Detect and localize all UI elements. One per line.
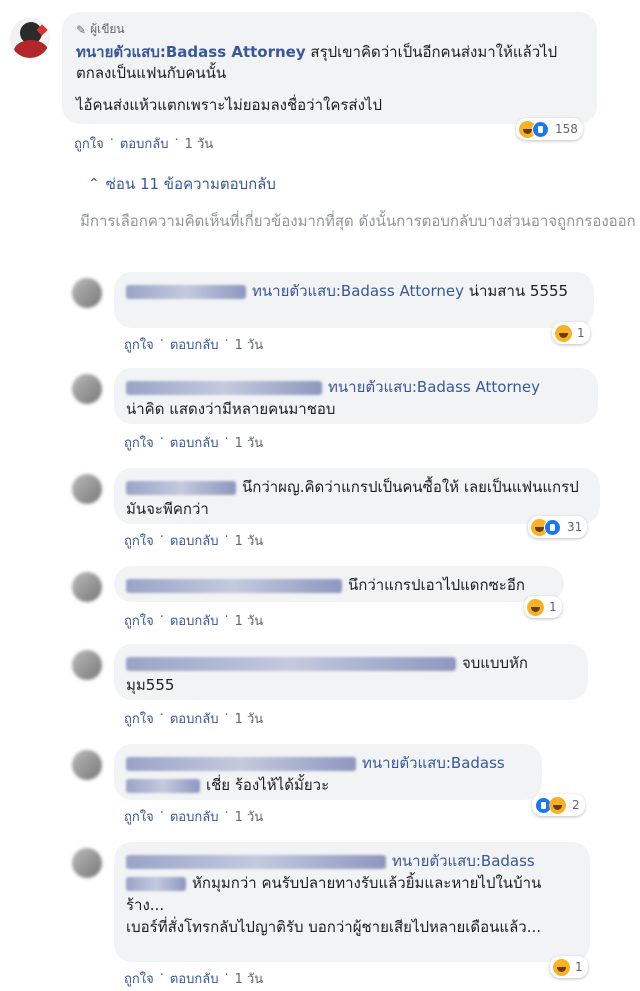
timestamp[interactable]: 1 วัน xyxy=(235,530,264,551)
author-badge-label: ผู้เขียน xyxy=(90,22,125,36)
reply-text: นึกว่าแกรปเอาไปแดกซะอีก xyxy=(348,576,525,594)
blurred-name xyxy=(126,578,342,593)
main-comment-text: ทนายตัวแสบ:Badass Attorney สรุปเขาคิดว่า… xyxy=(76,42,583,84)
reply-link[interactable]: ตอบกลับ xyxy=(170,610,219,631)
like-link[interactable]: ถูกใจ xyxy=(124,432,154,453)
reply-link[interactable]: ตอบกลับ xyxy=(170,968,219,989)
reaction-summary[interactable]: 158 xyxy=(516,118,583,140)
mention-link[interactable]: ทนายตัวแสบ:Badass Attorney xyxy=(328,378,540,396)
reply-actions: ถูกใจ · ตอบกลับ · 1 วัน xyxy=(124,968,264,989)
haha-icon xyxy=(555,324,572,342)
author-avatar[interactable] xyxy=(10,18,50,58)
reply-link[interactable]: ตอบกลับ xyxy=(170,432,219,453)
like-icon xyxy=(544,518,561,536)
filter-note: มีการเลือกความคิดเห็นที่เกี่ยวข้องมากที่… xyxy=(80,212,636,230)
reply-bubble: ทนายตัวแสบ:Badass Attorney น่าคิด แสดงว่… xyxy=(114,368,598,424)
reply-link[interactable]: ตอบกลับ xyxy=(170,530,219,551)
blurred-name xyxy=(126,480,236,495)
reply-bubble: จบแบบหักมุม555 xyxy=(114,644,588,700)
avatar[interactable] xyxy=(72,650,102,680)
hide-replies-label: ซ่อน 11 ข้อความตอบกลับ xyxy=(105,175,276,193)
reply-text: เชี่ย ร้องไห้ได้มั้ยวะ xyxy=(206,776,330,794)
like-link[interactable]: ถูกใจ xyxy=(124,708,154,729)
blurred-name xyxy=(126,284,246,299)
reply-bubble: ทนายตัวแสบ:Badass เชี่ย ร้องไห้ได้มั้ยวะ xyxy=(114,744,542,800)
mention-link[interactable]: ทนายตัวแสบ:Badass xyxy=(392,852,535,870)
reply-actions: ถูกใจ · ตอบกลับ · 1 วัน xyxy=(124,610,264,631)
timestamp[interactable]: 1 วัน xyxy=(235,806,264,827)
timestamp[interactable]: 1 วัน xyxy=(235,708,264,729)
timestamp[interactable]: 1 วัน xyxy=(235,610,264,631)
timestamp[interactable]: 1 วัน xyxy=(235,334,264,355)
reaction-count: 1 xyxy=(549,600,557,614)
blurred-name xyxy=(126,876,186,891)
blurred-name xyxy=(126,380,322,395)
reaction-count: 158 xyxy=(555,122,578,136)
haha-icon xyxy=(549,796,566,814)
reaction-count: 31 xyxy=(567,520,583,534)
pencil-icon: ✎ xyxy=(76,22,87,37)
like-link[interactable]: ถูกใจ xyxy=(124,530,154,551)
like-icon xyxy=(532,120,549,138)
reaction-summary[interactable]: 31 xyxy=(528,516,588,538)
avatar[interactable] xyxy=(72,474,102,504)
avatar[interactable] xyxy=(72,848,102,878)
timestamp[interactable]: 1 วัน xyxy=(185,133,214,154)
author-badge: ✎ ผู้เขียน xyxy=(76,20,583,39)
reply-bubble: ทนายตัวแสบ:Badass Attorney น่ามสาน 5555 xyxy=(114,272,594,328)
reaction-count: 1 xyxy=(575,960,583,974)
avatar[interactable] xyxy=(72,278,102,308)
haha-icon xyxy=(553,958,570,976)
timestamp[interactable]: 1 วัน xyxy=(235,432,264,453)
reply-bubble: ทนายตัวแสบ:Badass หักมุมกว่า คนรับปลายทา… xyxy=(114,842,590,962)
reply-link[interactable]: ตอบกลับ xyxy=(120,133,169,154)
reply-bubble: นึกว่าผญ.คิดว่าแกรปเป็นคนซื้อให้ เลยเป็น… xyxy=(114,468,600,524)
reply-link[interactable]: ตอบกลับ xyxy=(170,708,219,729)
mention-link[interactable]: ทนายตัวแสบ:Badass xyxy=(362,754,505,772)
reply-text: หักมุมกว่า คนรับปลายทางรับแล้วยิ้มและหาย… xyxy=(126,874,542,914)
like-link[interactable]: ถูกใจ xyxy=(74,133,104,154)
reaction-summary[interactable]: 2 xyxy=(532,794,585,816)
author-name-link[interactable]: ทนายตัวแสบ:Badass Attorney xyxy=(76,43,306,61)
reply-actions: ถูกใจ · ตอบกลับ · 1 วัน xyxy=(124,334,264,355)
haha-icon xyxy=(527,598,544,616)
reply-text-continued: เบอร์ที่สั่งโทรกลับไปญาติรับ บอกว่าผู้ชา… xyxy=(126,918,542,936)
blurred-name xyxy=(126,854,386,869)
reply-text: น่าคิด แสดงว่ามีหลายคนมาชอบ xyxy=(126,400,336,418)
blurred-name xyxy=(126,778,200,793)
like-link[interactable]: ถูกใจ xyxy=(124,806,154,827)
reply-actions: ถูกใจ · ตอบกลับ · 1 วัน xyxy=(124,530,264,551)
reaction-summary[interactable]: 1 xyxy=(550,956,588,978)
avatar[interactable] xyxy=(72,750,102,780)
blurred-name xyxy=(126,656,456,671)
main-comment-actions: ถูกใจ · ตอบกลับ · 1 วัน xyxy=(74,133,214,154)
timestamp[interactable]: 1 วัน xyxy=(235,968,264,989)
avatar[interactable] xyxy=(72,572,102,602)
reaction-count: 2 xyxy=(572,798,580,812)
reaction-count: 1 xyxy=(577,326,585,340)
like-link[interactable]: ถูกใจ xyxy=(124,968,154,989)
reply-actions: ถูกใจ · ตอบกลับ · 1 วัน xyxy=(124,708,264,729)
chevron-up-icon: ⌃ xyxy=(88,176,100,192)
reply-text: น่ามสาน 5555 xyxy=(463,282,569,300)
reply-link[interactable]: ตอบกลับ xyxy=(170,806,219,827)
reply-bubble: นึกว่าแกรปเอาไปแดกซะอีก xyxy=(114,566,564,602)
reply-actions: ถูกใจ · ตอบกลับ · 1 วัน xyxy=(124,432,264,453)
comment-text-line2: ไอ้คนส่งแห้วแตกเพราะไม่ยอมลงชื่อว่าใครส่… xyxy=(76,96,382,114)
main-comment-bubble: ✎ ผู้เขียน ทนายตัวแสบ:Badass Attorney สร… xyxy=(62,12,597,124)
reply-link[interactable]: ตอบกลับ xyxy=(170,334,219,355)
hide-replies-toggle[interactable]: ⌃ ซ่อน 11 ข้อความตอบกลับ xyxy=(88,172,276,196)
mention-link[interactable]: ทนายตัวแสบ:Badass Attorney xyxy=(252,282,464,300)
reaction-summary[interactable]: 1 xyxy=(552,322,590,344)
reaction-summary[interactable]: 1 xyxy=(524,596,562,618)
reply-actions: ถูกใจ · ตอบกลับ · 1 วัน xyxy=(124,806,264,827)
avatar[interactable] xyxy=(72,374,102,404)
like-link[interactable]: ถูกใจ xyxy=(124,610,154,631)
like-link[interactable]: ถูกใจ xyxy=(124,334,154,355)
blurred-name xyxy=(126,756,356,771)
